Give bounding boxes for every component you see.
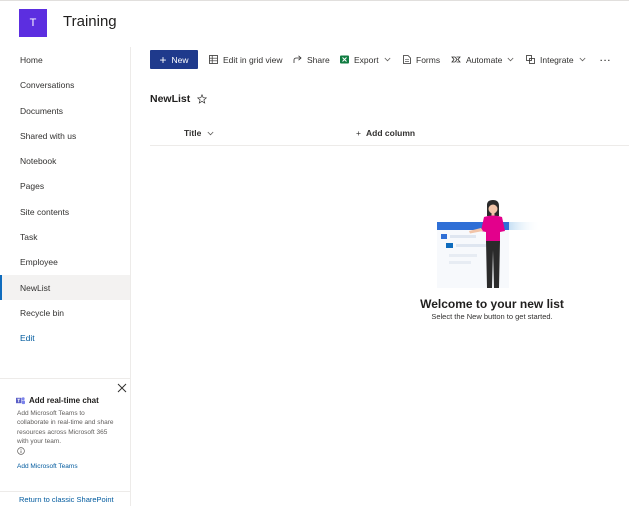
edit-in-grid-view-label: Edit in grid view [223,54,283,65]
chat-panel-description: Add Microsoft Teams to collaborate in re… [17,410,114,445]
excel-icon [340,55,349,64]
add-microsoft-teams-link[interactable]: Add Microsoft Teams [17,463,78,470]
empty-list-illustration [437,200,541,288]
nav-item-employee[interactable]: Employee [0,249,130,274]
chat-panel-header: Add real-time chat [16,396,99,405]
chevron-down-icon [207,131,214,135]
teams-chat-panel: Add real-time chat Add Microsoft Teams t… [0,378,130,479]
site-navigation: Home Conversations Documents Shared with… [0,47,131,506]
nav-item-recycle-bin[interactable]: Recycle bin [0,300,130,325]
forms-icon [403,55,411,64]
nav-edit-link[interactable]: Edit [0,325,130,350]
nav-item-home[interactable]: Home [0,47,130,72]
integrate-icon [526,55,535,64]
forms-button[interactable]: Forms [403,50,440,69]
share-icon [293,55,302,63]
add-column-label: Add column [366,128,416,138]
nav-item-newlist[interactable]: NewList [0,275,130,300]
share-button[interactable]: Share [293,50,330,69]
edit-in-grid-view-button[interactable]: Edit in grid view [209,50,283,69]
info-icon[interactable] [17,447,25,455]
star-icon[interactable] [197,94,208,104]
grid-icon [209,55,218,64]
export-label: Export [354,54,379,65]
chat-panel-title: Add real-time chat [29,396,99,405]
site-header: T Training [0,1,629,46]
more-options-button[interactable]: ··· [600,50,612,69]
nav-item-task[interactable]: Task [0,224,130,249]
nav-item-notebook[interactable]: Notebook [0,148,130,173]
export-button[interactable]: Export [340,50,391,69]
nav-item-documents[interactable]: Documents [0,98,130,123]
list-title: NewList [150,93,191,105]
integrate-label: Integrate [540,54,574,65]
command-bar: + New Edit in grid view Share Export For… [150,50,629,69]
forms-label: Forms [416,54,441,65]
automate-button[interactable]: Automate [451,50,514,69]
teams-icon [16,397,25,405]
site-logo[interactable]: T [19,9,47,37]
return-to-classic-link[interactable]: Return to classic SharePoint [0,491,130,506]
automate-label: Automate [466,54,503,65]
title-column-header[interactable]: Title [184,128,214,138]
nav-item-conversations[interactable]: Conversations [0,72,130,97]
chevron-down-icon [579,57,586,62]
chevron-down-icon [507,57,514,62]
flow-icon [451,56,461,63]
new-button-label: New [171,54,189,65]
close-icon[interactable] [117,383,127,393]
title-column-label: Title [184,128,202,138]
list-header: NewList [150,93,208,105]
plus-icon: + [159,52,167,67]
add-column-button[interactable]: + Add column [356,128,415,138]
list-column-header: Title + Add column [150,123,629,146]
nav-item-site-contents[interactable]: Site contents [0,199,130,224]
chevron-down-icon [384,57,391,62]
integrate-button[interactable]: Integrate [526,50,586,69]
plus-icon: + [356,128,361,138]
nav-item-pages[interactable]: Pages [0,173,130,198]
empty-state-title: Welcome to your new list [420,297,564,311]
share-label: Share [307,54,330,65]
new-button[interactable]: + New [150,50,198,69]
nav-item-shared-with-us[interactable]: Shared with us [0,123,130,148]
empty-state-subtitle: Select the New button to get started. [431,312,553,321]
site-title[interactable]: Training [63,13,117,30]
